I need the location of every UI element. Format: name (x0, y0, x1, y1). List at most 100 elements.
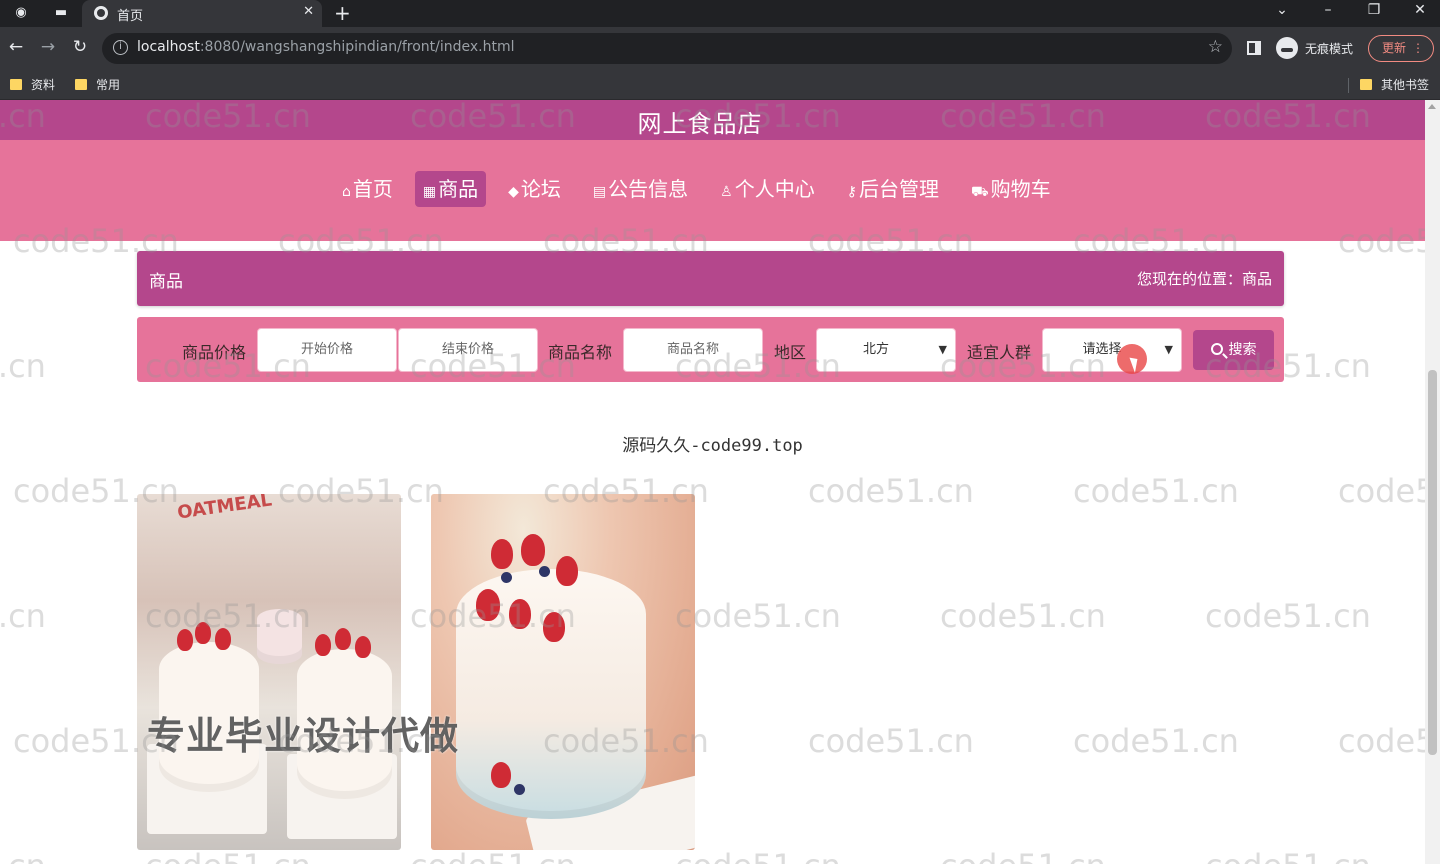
blueberry (539, 566, 550, 577)
crowd-select[interactable]: 请选择 ▼ (1042, 328, 1182, 372)
search-button[interactable]: 搜索 (1193, 330, 1274, 370)
browser-profile-icon[interactable]: ◉ (10, 4, 32, 22)
strawberry (195, 622, 211, 644)
incognito-label[interactable]: 无痕模式 (1305, 40, 1353, 57)
strawberry (543, 612, 565, 642)
address-bar[interactable]: i localhost:8080/wangshangshipindian/fro… (102, 33, 1232, 64)
scroll-up-icon[interactable] (1428, 104, 1436, 109)
page-scrollbar[interactable] (1425, 100, 1440, 864)
name-input[interactable]: 商品名称 (623, 328, 763, 372)
blueberry (501, 572, 512, 583)
restore-button[interactable]: ❐ (1362, 2, 1386, 18)
nav-label: 首页 (352, 177, 393, 201)
incognito-icon[interactable] (1276, 37, 1298, 59)
nav-icon: ◆ (508, 184, 519, 200)
region-select[interactable]: 北方 ▼ (816, 328, 956, 372)
globe-icon (94, 6, 108, 20)
nav-label: 公告信息 (608, 177, 689, 201)
watermark-text: code51.cn (940, 597, 1106, 635)
nav-label: 论坛 (520, 177, 561, 201)
watermark-text: code51.cn (808, 722, 974, 760)
tab-search-icon[interactable]: ⌄ (1270, 2, 1294, 18)
watermark-text: code51.cn (675, 597, 841, 635)
nav-item-5[interactable]: ⚷ 后台管理 (837, 171, 949, 207)
new-tab-button[interactable]: + (334, 1, 351, 25)
watermark-text: code51.cn (1205, 597, 1371, 635)
close-tab-icon[interactable]: ✕ (303, 4, 314, 19)
breadcrumb-bar: 商品 您现在的位置：商品 (137, 251, 1284, 306)
price-min-input[interactable]: 开始价格 (257, 328, 397, 372)
strawberry (215, 628, 231, 650)
box-print-decoration: OATMEAL (176, 494, 274, 524)
strawberry (335, 628, 351, 650)
product-card[interactable] (431, 494, 695, 850)
overlay-ad-text: 专业毕业设计代做 (147, 714, 460, 758)
back-icon[interactable]: ← (5, 37, 27, 57)
site-title: 网上食品店 (637, 110, 763, 138)
nav-icon: ▤ (592, 184, 607, 200)
nav-item-6[interactable]: ⛟ 购物车 (961, 171, 1061, 207)
watermark-text: code51.cn (0, 597, 46, 635)
price-max-input[interactable]: 结束价格 (398, 328, 538, 372)
bookmark-folder-other[interactable]: 其他书签 (1360, 76, 1429, 93)
site-header: 网上食品店 (0, 100, 1425, 140)
page-viewport: 网上食品店 ⌂ 首页 ▦ 商品 ◆ 论坛 ▤ 公告信息 ♙ 个人中心 ⚷ 后台管理 ⛟ 购物车 商品 您现… (0, 100, 1440, 864)
watermark-text: code51.cn (0, 347, 46, 385)
cake-image (257, 609, 302, 664)
reload-icon[interactable]: ↻ (69, 37, 91, 57)
watermark-text: code51.cn (940, 847, 1106, 864)
browser-tab-strip: ◉ ▬ 首页 ✕ + ⌄ – ❐ ✕ (0, 0, 1440, 27)
folder-icon (75, 79, 87, 90)
browser-toolbar: ← → ↻ i localhost:8080/wangshangshipindi… (0, 27, 1440, 70)
update-button[interactable]: 更新 ⋮ (1368, 35, 1434, 62)
tab-title: 首页 (117, 9, 144, 24)
watermark-text: code51.cn (0, 847, 46, 864)
name-label: 商品名称 (548, 343, 613, 362)
minimize-button[interactable]: – (1316, 2, 1340, 18)
bookmark-separator (1348, 78, 1349, 93)
nav-item-4[interactable]: ♙ 个人中心 (710, 171, 825, 207)
main-nav: ⌂ 首页 ▦ 商品 ◆ 论坛 ▤ 公告信息 ♙ 个人中心 ⚷ 后台管理 ⛟ 购物车 (0, 140, 1425, 241)
tab-group-icon[interactable]: ▬ (50, 4, 72, 22)
nav-label: 购物车 (990, 177, 1051, 201)
strawberry (509, 599, 531, 629)
forward-icon[interactable]: → (37, 37, 59, 57)
chevron-down-icon: ▼ (938, 343, 947, 356)
bookmark-star-icon[interactable]: ☆ (1208, 37, 1223, 57)
browser-tab-home[interactable]: 首页 ✕ (82, 0, 322, 27)
nav-label: 个人中心 (734, 177, 815, 201)
watermark-text: code51.cn (1073, 722, 1239, 760)
strawberry (521, 534, 545, 566)
url-text[interactable]: localhost:8080/wangshangshipindian/front… (137, 39, 515, 55)
watermark-text: code51.cn (675, 847, 841, 864)
strawberry (315, 634, 331, 656)
nav-label: 商品 (438, 177, 479, 201)
source-credit: 源码久久-code99.top (622, 436, 803, 456)
nav-item-3[interactable]: ▤ 公告信息 (583, 171, 698, 207)
strawberry (556, 556, 578, 586)
filter-bar: 商品价格 开始价格 结束价格 商品名称 商品名称 地区 北方 ▼ 适宜人群 请选择… (137, 317, 1284, 382)
nav-icon: ⚷ (846, 184, 857, 200)
strawberry (355, 636, 371, 658)
nav-item-0[interactable]: ⌂ 首页 (332, 171, 403, 207)
crowd-label: 适宜人群 (967, 343, 1032, 362)
price-label: 商品价格 (182, 343, 247, 362)
nav-label: 后台管理 (858, 177, 939, 201)
side-panel-icon[interactable] (1247, 41, 1261, 55)
bookmark-folder-ziliao[interactable]: 资料 (10, 76, 55, 93)
product-card[interactable]: OATMEAL (137, 494, 401, 850)
nav-icon: ⛟ (970, 184, 989, 200)
scrollbar-thumb[interactable] (1428, 370, 1437, 755)
nav-icon: ▦ (422, 184, 437, 200)
region-label: 地区 (774, 343, 807, 362)
nav-item-2[interactable]: ◆ 论坛 (498, 171, 571, 207)
site-info-icon[interactable]: i (113, 40, 128, 55)
watermark-text: code51.cn (1205, 847, 1371, 864)
bookmark-folder-changyong[interactable]: 常用 (75, 76, 120, 93)
search-icon (1210, 343, 1223, 355)
strawberry (491, 762, 511, 788)
nav-item-1[interactable]: ▦ 商品 (414, 171, 487, 207)
chevron-down-icon: ▼ (1164, 343, 1173, 356)
close-window-button[interactable]: ✕ (1408, 2, 1432, 18)
bookmarks-bar: 资料 常用 其他书签 (0, 70, 1440, 100)
